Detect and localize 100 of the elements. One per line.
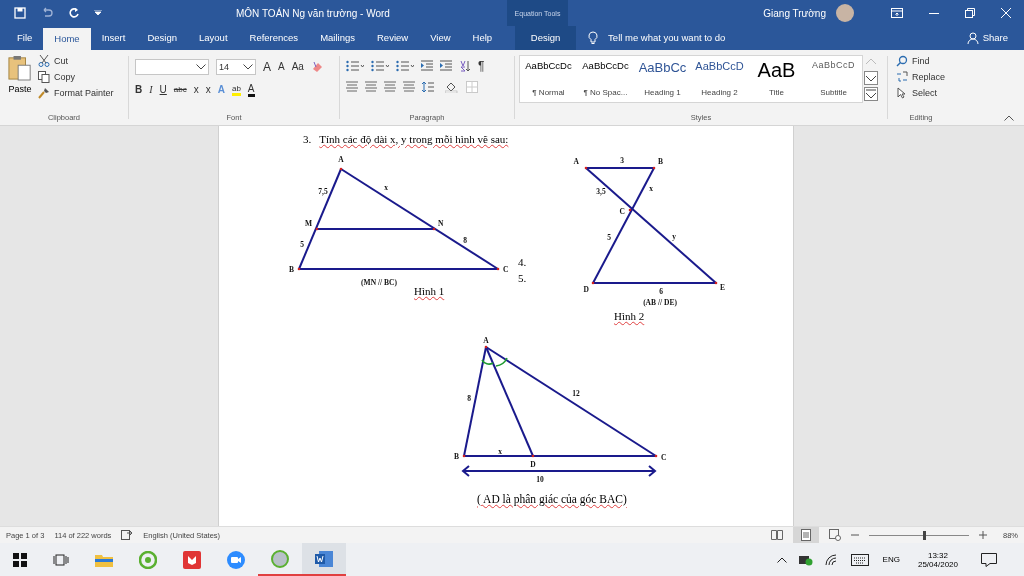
highlight-button[interactable]: ab (231, 83, 241, 96)
bookmark-app-icon[interactable] (183, 550, 201, 569)
cut-button[interactable]: Cut (38, 54, 114, 67)
ribbon-tab[interactable]: Design (515, 26, 577, 50)
tray-app-icon[interactable] (798, 553, 813, 566)
underline-button[interactable]: U (159, 84, 167, 96)
sort-icon[interactable] (459, 59, 471, 72)
save-icon[interactable] (14, 7, 26, 19)
user-name: Giang Trường (763, 7, 826, 19)
ribbon-tab[interactable]: View (419, 26, 462, 50)
font-name-field[interactable] (135, 58, 209, 75)
style-preview: AaBbCcDc (525, 59, 572, 71)
style-name: Subtitle (820, 87, 847, 97)
superscript-button[interactable]: x (205, 84, 211, 96)
format-painter-button[interactable]: Format Painter (38, 86, 114, 99)
person-icon (966, 31, 979, 44)
folder-icon[interactable] (95, 552, 113, 567)
bold-button[interactable]: B (135, 84, 143, 96)
cursor-icon (896, 86, 908, 99)
wifi-icon[interactable] (824, 553, 839, 566)
subscript-button[interactable]: x (193, 84, 199, 96)
task-view-icon[interactable] (53, 552, 69, 567)
show-formatting-button[interactable]: ¶ (478, 58, 485, 73)
web-layout-icon[interactable] (829, 529, 841, 541)
ribbon-tab[interactable]: Review (366, 26, 420, 50)
style-item[interactable]: AaBbCc Heading 1 (634, 55, 691, 102)
scroll-down-icon[interactable] (864, 70, 878, 85)
notification-icon[interactable] (981, 552, 997, 567)
style-name: Title (769, 87, 784, 97)
ribbon-tab[interactable]: Mailings (309, 26, 366, 50)
print-layout-button[interactable] (793, 527, 819, 543)
style-item[interactable]: AaBbCcD Subtitle (805, 55, 862, 102)
font-size-field[interactable]: 14 (216, 58, 256, 75)
clock-time[interactable]: 13:32 (927, 550, 948, 560)
style-preview: AaBbCcDc (582, 59, 629, 71)
share-button[interactable]: Share (966, 26, 1008, 50)
style-item[interactable]: AaB Title (748, 55, 805, 102)
eraser-icon[interactable] (310, 60, 323, 73)
restore-icon[interactable] (965, 8, 975, 18)
ribbon-tab[interactable]: Layout (188, 26, 239, 50)
clock-date[interactable]: 25/04/2020 (917, 559, 958, 569)
read-mode-icon[interactable] (771, 530, 783, 540)
redo-icon[interactable] (68, 7, 80, 19)
list-icon[interactable] (371, 59, 389, 72)
avatar[interactable] (836, 4, 854, 22)
replace-button[interactable]: Replace (896, 70, 946, 83)
ribbon-tab[interactable]: Insert (90, 26, 137, 50)
video-camera-icon[interactable] (227, 550, 245, 569)
ribbon-tab[interactable]: File (0, 26, 44, 50)
list-number: 3. (303, 132, 312, 145)
proofing-icon[interactable] (121, 530, 134, 540)
grow-font-button[interactable]: A (263, 59, 271, 74)
style-item[interactable]: AaBbCcD Heading 2 (691, 55, 748, 102)
paste-button[interactable]: Paste (8, 54, 32, 99)
font-color-button[interactable]: A (247, 82, 255, 97)
find-button[interactable]: Find (896, 54, 946, 67)
italic-button[interactable]: I (149, 84, 153, 96)
customize-caret-icon[interactable] (94, 10, 102, 16)
windows-logo-icon[interactable] (13, 552, 27, 567)
lightbulb-icon (588, 30, 599, 45)
style-preview: AaB (757, 59, 796, 80)
zoom-slider-thumb[interactable] (923, 531, 926, 540)
style-name: Heading 2 (701, 87, 738, 97)
tell-me-field[interactable]: Tell me what you want to do (606, 31, 811, 45)
minimize-icon[interactable] (929, 12, 939, 14)
input-language[interactable]: ENG (882, 555, 900, 564)
expand-gallery-icon[interactable] (864, 86, 878, 101)
zoom-in-icon[interactable] (979, 531, 987, 539)
list-icon[interactable] (396, 59, 414, 72)
ribbon-display-icon[interactable] (891, 8, 903, 18)
close-icon[interactable] (1001, 8, 1011, 18)
ribbon-tab[interactable]: References (238, 26, 310, 50)
list-icon[interactable] (346, 59, 364, 72)
page-icon (801, 529, 811, 541)
style-name: Heading 1 (644, 87, 681, 97)
select-button[interactable]: Select (896, 86, 946, 99)
list-number: 4. (518, 254, 527, 270)
shrink-font-button[interactable]: A (278, 61, 285, 73)
keyboard-icon[interactable] (850, 553, 869, 566)
style-preview: AaBbCc (638, 59, 687, 75)
style-name: ¶ Normal (532, 87, 565, 97)
list-number: 5. (518, 270, 527, 286)
zoom-slider[interactable] (869, 530, 969, 540)
word-app-icon[interactable] (315, 549, 333, 568)
chevron-up-icon[interactable] (776, 556, 787, 563)
strikethrough-button[interactable]: abc (173, 85, 187, 95)
style-item[interactable]: AaBbCcDc ¶ Normal (520, 55, 577, 102)
style-preview: AaBbCcD (812, 59, 855, 70)
ribbon-tab[interactable]: Home (43, 28, 91, 50)
change-case-button[interactable]: Aa (291, 61, 304, 73)
shading-icon[interactable] (445, 80, 459, 93)
style-item[interactable]: AaBbCcDc ¶ No Spac... (577, 55, 634, 102)
copy-icon (38, 70, 50, 83)
indent-icon[interactable] (440, 59, 452, 72)
indent-icon[interactable] (421, 59, 433, 72)
ribbon-tab[interactable]: Help (461, 26, 504, 50)
collapse-ribbon-icon[interactable] (1004, 114, 1014, 121)
ribbon-tab[interactable]: Design (136, 26, 188, 50)
copy-button[interactable]: Copy (38, 70, 114, 83)
question-text: Tính các độ dài x, y trong mỗi hình vẽ sau: (319, 132, 509, 145)
